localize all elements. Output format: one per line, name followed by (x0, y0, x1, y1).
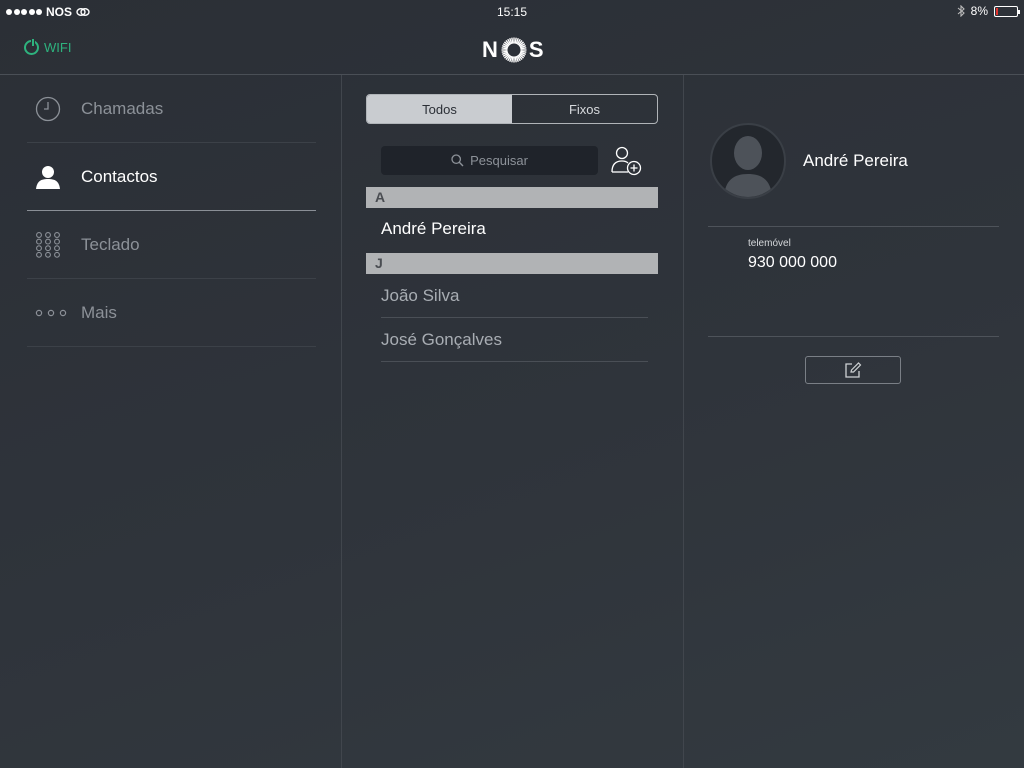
nos-logo: N S (482, 36, 545, 64)
column-divider-right (683, 75, 684, 768)
wifi-label: WIFI (44, 40, 72, 55)
edit-contact-button[interactable] (805, 356, 901, 384)
person-icon (36, 165, 60, 189)
search-input[interactable]: Pesquisar (381, 146, 598, 175)
clock-icon (35, 96, 61, 121)
add-contact-icon[interactable] (609, 145, 643, 177)
wifi-button[interactable]: WIFI (24, 39, 72, 55)
sidebar-item-teclado[interactable]: Teclado (27, 211, 316, 279)
search-placeholder: Pesquisar (470, 153, 528, 168)
detail-divider-bottom (708, 336, 999, 337)
contact-list-item[interactable]: João Silva (381, 274, 648, 318)
sidebar-item-label: Mais (81, 302, 117, 322)
section-header-a: A (366, 187, 658, 208)
tab-todos[interactable]: Todos (367, 95, 512, 123)
more-icon (35, 309, 67, 316)
sidebar-item-mais[interactable]: Mais (27, 279, 316, 347)
power-icon (24, 39, 39, 55)
status-right: 8% (957, 4, 1020, 18)
search-icon (451, 154, 464, 167)
section-header-j: J (366, 253, 658, 274)
contact-list-item[interactable]: José Gonçalves (381, 318, 648, 362)
sidebar-item-chamadas[interactable]: Chamadas (27, 75, 316, 143)
status-bar: NOS 15:15 8% (0, 0, 1024, 22)
contact-name: André Pereira (803, 151, 908, 170)
battery-icon (994, 5, 1020, 17)
sidebar-item-contactos[interactable]: Contactos (27, 143, 316, 211)
contact-list-item[interactable]: André Pereira (381, 207, 648, 251)
sidebar-item-label: Teclado (81, 234, 140, 254)
edit-icon (845, 361, 862, 378)
avatar (710, 123, 786, 199)
phone-type-label: telemóvel (748, 238, 791, 249)
sidebar-item-label: Chamadas (81, 98, 164, 118)
sidebar-item-label: Contactos (81, 166, 158, 186)
column-divider-left (341, 75, 342, 768)
battery-percent: 8% (970, 4, 988, 18)
logo-letter-n: N (482, 37, 499, 62)
logo-letter-s: S (528, 37, 545, 62)
contact-filter-tabs: Todos Fixos (366, 94, 658, 124)
phone-number[interactable]: 930 000 000 (748, 254, 837, 272)
status-time: 15:15 (496, 5, 528, 19)
sidebar-nav: Chamadas Contactos Teclado Mais (27, 75, 316, 347)
bluetooth-icon (957, 5, 965, 17)
tab-fixos[interactable]: Fixos (512, 95, 657, 123)
nos-sun-icon (501, 37, 527, 63)
avatar-placeholder-icon (724, 136, 772, 197)
keypad-icon (36, 231, 60, 258)
detail-divider-top (708, 226, 999, 227)
